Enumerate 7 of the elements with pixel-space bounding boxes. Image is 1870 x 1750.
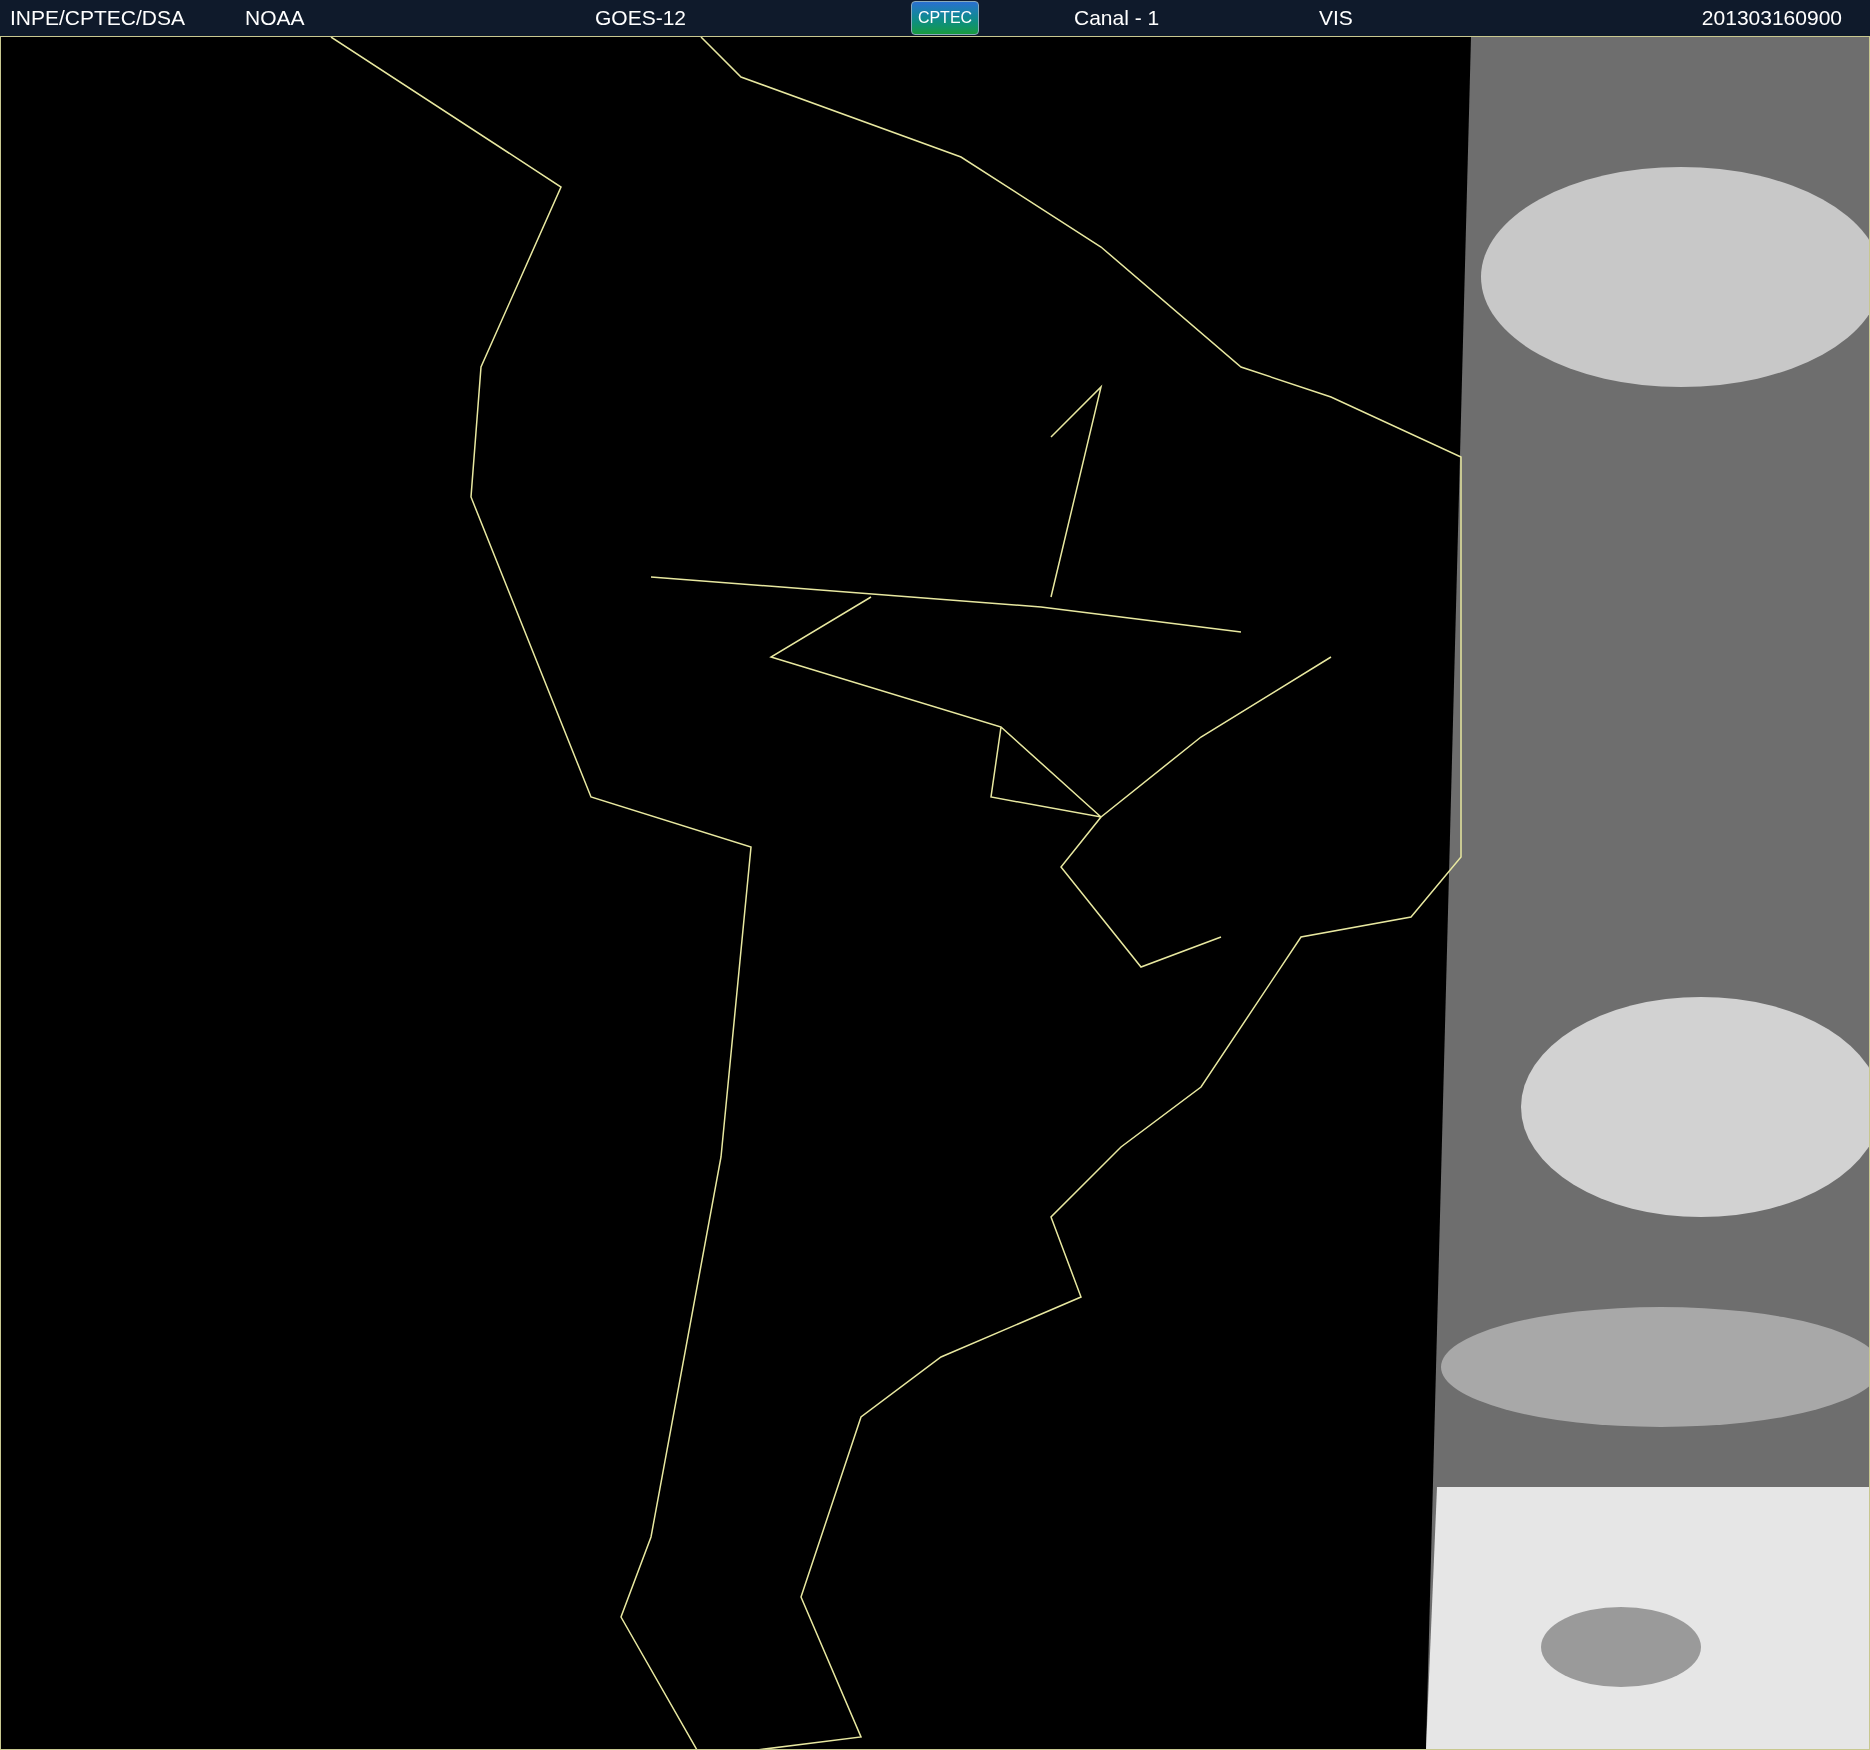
band-label: VIS	[1319, 5, 1354, 32]
logo: CPTEC	[911, 1, 979, 35]
timestamp-label: 201303160900	[1701, 5, 1842, 32]
satellite-label: GOES-12	[595, 5, 688, 32]
agency-label: NOAA	[245, 5, 306, 32]
source-label: INPE/CPTEC/DSA	[10, 5, 187, 32]
channel-label: Canal - 1	[1074, 5, 1161, 32]
